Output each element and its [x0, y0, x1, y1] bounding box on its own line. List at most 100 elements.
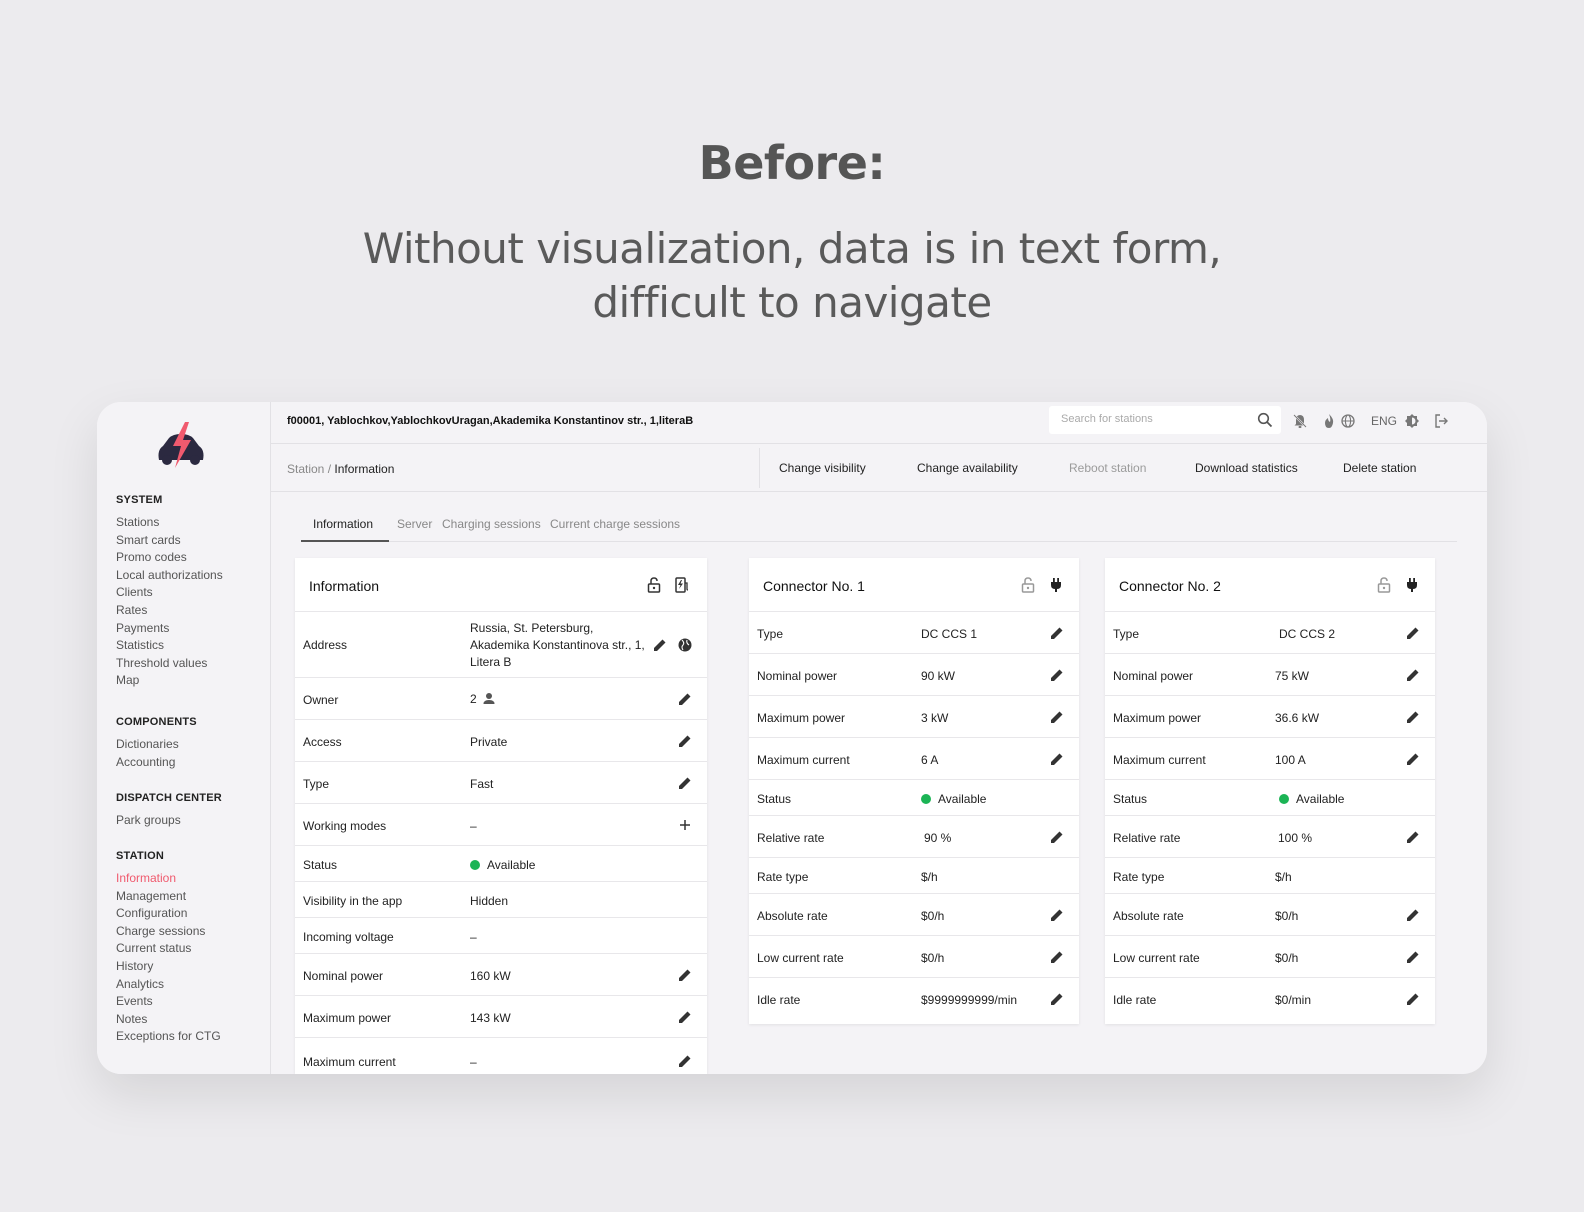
edit-icon[interactable] — [1405, 709, 1421, 725]
edit-icon[interactable] — [1049, 949, 1065, 965]
c2-idle-rate-value: $0/min — [1275, 993, 1312, 1007]
c1-row-relative-rate: Relative rate 90 % — [749, 816, 1079, 858]
nav-item-promo-codes[interactable]: Promo codes — [116, 549, 223, 567]
c1-relative-rate-value: 90 % — [924, 831, 952, 845]
status-dot — [921, 794, 931, 804]
nav-item-threshold-values[interactable]: Threshold values — [116, 655, 223, 673]
nav-item-configuration[interactable]: Configuration — [116, 905, 221, 923]
theme-toggle-icon[interactable] — [1404, 413, 1420, 429]
edit-icon[interactable] — [1049, 991, 1065, 1007]
edit-icon[interactable] — [677, 967, 693, 983]
edit-icon[interactable] — [1405, 667, 1421, 683]
nav-item-history[interactable]: History — [116, 958, 221, 976]
nav-heading-system: SYSTEM — [116, 494, 163, 506]
download-statistics-button[interactable]: Download statistics — [1195, 461, 1298, 475]
row-maximum-power: Maximum power 143 kW — [295, 996, 707, 1038]
c2-idle-rate-label: Idle rate — [1113, 993, 1157, 1007]
edit-icon[interactable] — [1405, 751, 1421, 767]
nav-item-stations[interactable]: Stations — [116, 514, 223, 532]
nav-section-system: SYSTEM Stations Smart cards Promo codes … — [116, 494, 223, 690]
reboot-station-button[interactable]: Reboot station — [1069, 461, 1146, 475]
search-icon[interactable] — [1257, 412, 1273, 428]
row-access: Access Private — [295, 720, 707, 762]
logo-icon[interactable] — [153, 420, 209, 470]
nav-item-local-authorizations[interactable]: Local authorizations — [116, 567, 223, 585]
globe-icon[interactable] — [1340, 413, 1356, 429]
c2-low-current-rate-label: Low current rate — [1113, 951, 1200, 965]
tab-server[interactable]: Server — [397, 517, 432, 531]
nav-heading-components: COMPONENTS — [116, 716, 197, 728]
c2-status-badge: Available — [1279, 792, 1344, 806]
change-availability-button[interactable]: Change availability — [917, 461, 1018, 475]
edit-icon[interactable] — [677, 775, 693, 791]
plug-icon[interactable] — [1047, 576, 1065, 594]
nav-item-events[interactable]: Events — [116, 993, 221, 1011]
globe-icon[interactable] — [677, 637, 693, 653]
edit-icon[interactable] — [677, 733, 693, 749]
nav-item-smart-cards[interactable]: Smart cards — [116, 532, 223, 550]
nav-item-payments[interactable]: Payments — [116, 620, 223, 638]
connector-1-card: Connector No. 1 Type DC CCS 1 Nominal po… — [749, 558, 1079, 1024]
nav-item-information[interactable]: Information — [116, 870, 221, 888]
edit-icon[interactable] — [677, 1009, 693, 1025]
nav-item-statistics[interactable]: Statistics — [116, 637, 223, 655]
nav-item-map[interactable]: Map — [116, 672, 223, 690]
edit-icon[interactable] — [1405, 829, 1421, 845]
lock-open-icon[interactable] — [645, 576, 663, 594]
delete-station-button[interactable]: Delete station — [1343, 461, 1416, 475]
c2-maximum-current-value: 100 A — [1275, 753, 1306, 767]
nav-item-park-groups[interactable]: Park groups — [116, 812, 222, 830]
visibility-value: Hidden — [470, 894, 509, 908]
notifications-off-icon[interactable] — [1292, 413, 1308, 429]
change-visibility-button[interactable]: Change visibility — [779, 461, 866, 475]
tab-information[interactable]: Information — [313, 517, 373, 531]
nav-item-exceptions-for-ctg[interactable]: Exceptions for CTG — [116, 1028, 221, 1046]
edit-icon[interactable] — [1049, 625, 1065, 641]
add-icon[interactable] — [677, 817, 693, 833]
lock-open-icon[interactable] — [1019, 576, 1037, 594]
edit-icon[interactable] — [1405, 907, 1421, 923]
nav-item-notes[interactable]: Notes — [116, 1011, 221, 1029]
c1-type-label: Type — [757, 627, 784, 641]
row-nominal-power: Nominal power 160 kW — [295, 954, 707, 996]
edit-icon[interactable] — [1049, 667, 1065, 683]
row-status: Status Available — [295, 846, 707, 882]
nav-item-accounting[interactable]: Accounting — [116, 754, 197, 772]
search-box[interactable] — [1049, 406, 1281, 434]
fire-icon[interactable] — [1321, 413, 1337, 429]
nav-item-charge-sessions[interactable]: Charge sessions — [116, 923, 221, 941]
information-card: Information Address Russia, St. Petersbu… — [295, 558, 707, 1074]
edit-icon[interactable] — [1405, 949, 1421, 965]
station-tabs: Information Server Charging sessions Cur… — [301, 506, 1457, 542]
c2-nominal-power-label: Nominal power — [1113, 669, 1194, 683]
edit-icon[interactable] — [1049, 751, 1065, 767]
edit-icon[interactable] — [1405, 991, 1421, 1007]
row-incoming-voltage: Incoming voltage – — [295, 918, 707, 954]
plug-icon[interactable] — [1403, 576, 1421, 594]
lock-open-icon[interactable] — [1375, 576, 1393, 594]
tab-current-charge-sessions[interactable]: Current charge sessions — [550, 517, 680, 531]
c2-rate-type-label: Rate type — [1113, 870, 1165, 884]
language-switch[interactable]: ENG — [1371, 414, 1397, 428]
nav-item-rates[interactable]: Rates — [116, 602, 223, 620]
nav-item-clients[interactable]: Clients — [116, 584, 223, 602]
breadcrumb-parent[interactable]: Station / — [287, 462, 331, 476]
edit-icon[interactable] — [1049, 907, 1065, 923]
edit-icon[interactable] — [677, 691, 693, 707]
edit-icon[interactable] — [677, 1053, 693, 1069]
edit-icon[interactable] — [1049, 709, 1065, 725]
nav-item-dictionaries[interactable]: Dictionaries — [116, 736, 197, 754]
nav-item-analytics[interactable]: Analytics — [116, 976, 221, 994]
tab-charging-sessions[interactable]: Charging sessions — [442, 517, 541, 531]
working-modes-value: – — [470, 819, 477, 833]
search-input[interactable] — [1061, 413, 1241, 425]
c2-row-rate-type: Rate type $/h — [1105, 858, 1435, 894]
edit-icon[interactable] — [652, 637, 668, 653]
nav-heading-station: STATION — [116, 850, 165, 862]
logout-icon[interactable] — [1433, 413, 1449, 429]
edit-icon[interactable] — [1049, 829, 1065, 845]
nav-item-current-status[interactable]: Current status — [116, 940, 221, 958]
nav-item-management[interactable]: Management — [116, 888, 221, 906]
edit-icon[interactable] — [1405, 625, 1421, 641]
charging-station-icon[interactable] — [673, 576, 691, 594]
